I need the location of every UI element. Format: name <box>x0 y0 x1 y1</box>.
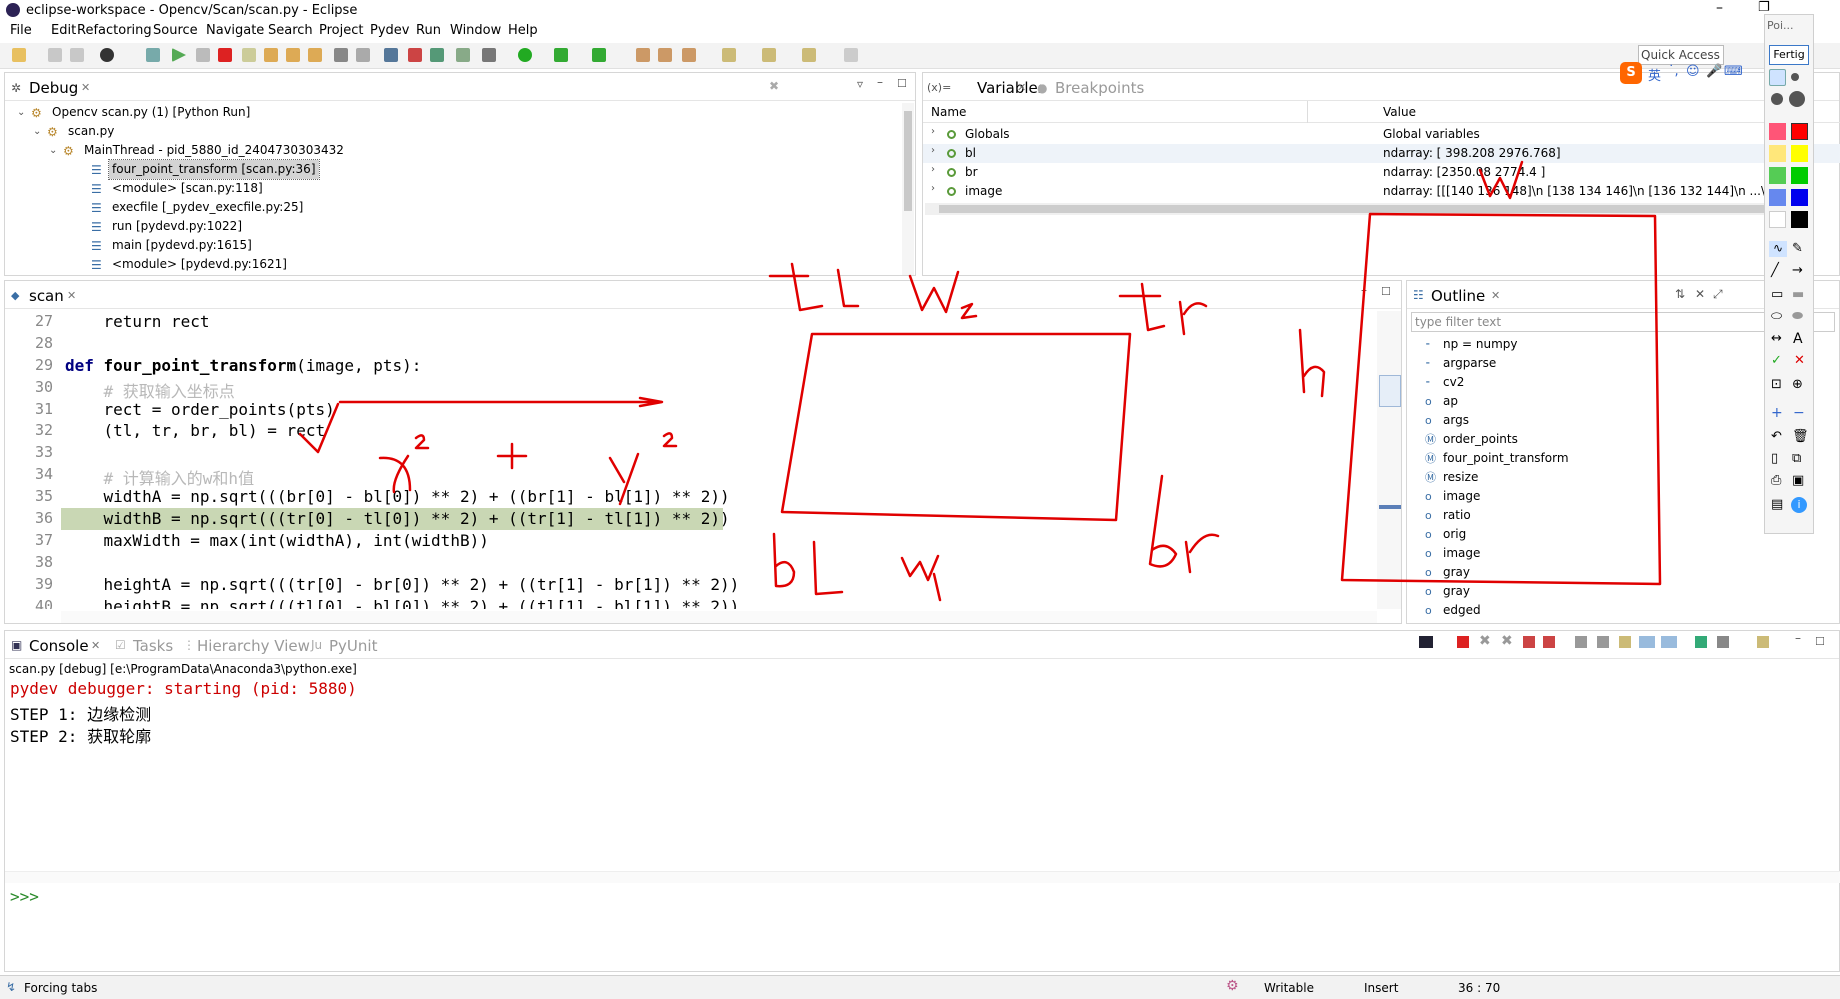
w-label <box>1478 160 1524 200</box>
handwriting-overlay <box>298 160 1662 602</box>
h-label <box>1298 328 1326 398</box>
tr-label <box>1118 282 1208 336</box>
bounding-rectangle-shape <box>1340 212 1662 586</box>
plus-label <box>496 442 528 470</box>
bl-label <box>772 532 844 596</box>
w1-label <box>900 554 942 602</box>
underline-stroke <box>338 396 664 408</box>
y-label <box>608 432 678 506</box>
x-label <box>378 434 430 494</box>
tl-label <box>768 262 860 312</box>
w2-label <box>908 270 978 320</box>
checkmark-stroke <box>298 402 340 454</box>
br-label <box>1148 474 1220 574</box>
parallelogram-shape <box>780 332 1132 522</box>
